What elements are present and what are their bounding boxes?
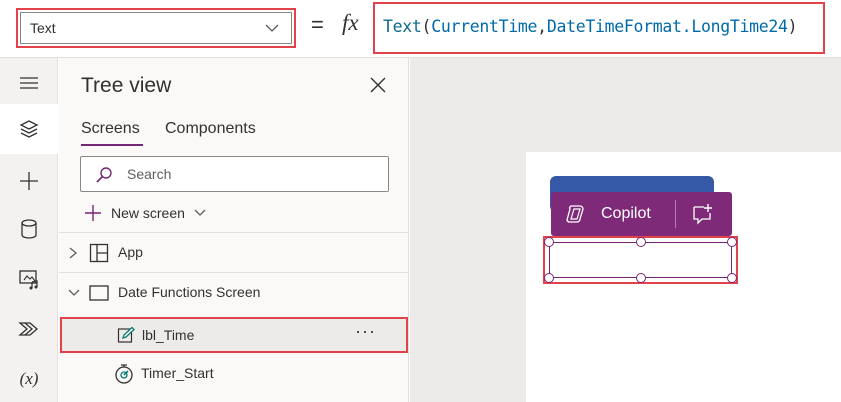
timer-icon: [115, 364, 133, 384]
variables-button[interactable]: (x): [0, 354, 58, 402]
formula-input[interactable]: Text(CurrentTime,DateTimeFormat.LongTime…: [373, 2, 825, 54]
property-dropdown-value: Text: [30, 20, 56, 36]
property-dropdown[interactable]: Text: [16, 8, 296, 48]
design-canvas: Copilot: [410, 58, 841, 402]
chevron-right-icon: [69, 247, 78, 259]
resize-handle[interactable]: [636, 273, 646, 283]
chevron-down-icon: [68, 289, 80, 296]
hamburger-menu-icon: [20, 77, 38, 89]
search-placeholder: Search: [127, 166, 172, 182]
media-icon: [19, 270, 38, 290]
app-icon: [89, 243, 109, 263]
close-icon[interactable]: [369, 76, 387, 94]
variables-icon: (x): [19, 369, 39, 388]
screen-icon: [89, 285, 109, 301]
more-options-button[interactable]: ···: [355, 321, 376, 342]
tree-item-lbl-time[interactable]: lbl_Time ···: [60, 317, 408, 353]
copilot-icon[interactable]: [565, 203, 587, 225]
resize-handle[interactable]: [727, 237, 737, 247]
tree-item-app[interactable]: App: [59, 233, 409, 273]
copilot-label[interactable]: Copilot: [601, 205, 651, 223]
layers-icon: [19, 120, 39, 138]
formula-bar: Text = fx Text(CurrentTime,DateTimeForma…: [0, 0, 841, 58]
resize-handle[interactable]: [544, 273, 554, 283]
resize-handle[interactable]: [727, 273, 737, 283]
tree-view-button[interactable]: [0, 104, 58, 154]
new-screen-button[interactable]: New screen: [83, 202, 207, 224]
search-icon: [96, 167, 112, 183]
tree-item-label: lbl_Time: [142, 327, 195, 343]
active-tab-indicator: [81, 144, 143, 146]
menu-button[interactable]: [0, 58, 58, 108]
plus-icon: [20, 172, 38, 190]
search-input[interactable]: Search: [80, 156, 389, 192]
power-automate-icon: [18, 322, 38, 336]
selected-label-highlight: [543, 236, 738, 284]
resize-handle[interactable]: [636, 237, 646, 247]
comment-add-icon[interactable]: [691, 203, 713, 225]
database-icon: [21, 219, 37, 239]
edit-label-icon: [117, 326, 135, 343]
data-button[interactable]: [0, 204, 58, 254]
resize-handle[interactable]: [544, 237, 554, 247]
lbl-time-control[interactable]: [544, 237, 737, 283]
tree-item-label: Date Functions Screen: [118, 284, 261, 300]
fx-icon[interactable]: fx: [342, 10, 359, 36]
tree-view-title: Tree view: [81, 74, 172, 97]
tree-item-label: App: [118, 244, 143, 260]
tab-screens[interactable]: Screens: [81, 120, 140, 138]
toolbar-divider: [675, 200, 676, 228]
copilot-toolbar: Copilot: [551, 192, 732, 236]
left-rail: (x): [0, 58, 58, 402]
screen-preview[interactable]: Copilot: [526, 152, 841, 402]
power-automate-button[interactable]: [0, 304, 58, 354]
app-window: Text = fx Text(CurrentTime,DateTimeForma…: [0, 0, 841, 402]
plus-icon: [85, 205, 101, 221]
insert-button[interactable]: [0, 156, 58, 206]
equals-sign: =: [311, 12, 324, 37]
media-button[interactable]: [0, 254, 58, 304]
tree-item-label: Timer_Start: [141, 365, 214, 381]
tree-item-timer[interactable]: Timer_Start: [59, 354, 409, 394]
chevron-down-icon: [194, 209, 206, 216]
chevron-down-icon: [265, 24, 279, 32]
tab-components[interactable]: Components: [165, 120, 256, 138]
tree-item-screen[interactable]: Date Functions Screen: [59, 273, 409, 313]
formula-text: Text(CurrentTime,DateTimeFormat.LongTime…: [383, 17, 798, 36]
new-screen-label: New screen: [111, 205, 185, 221]
tree-view-panel: Tree view Screens Components Search New …: [59, 58, 409, 402]
